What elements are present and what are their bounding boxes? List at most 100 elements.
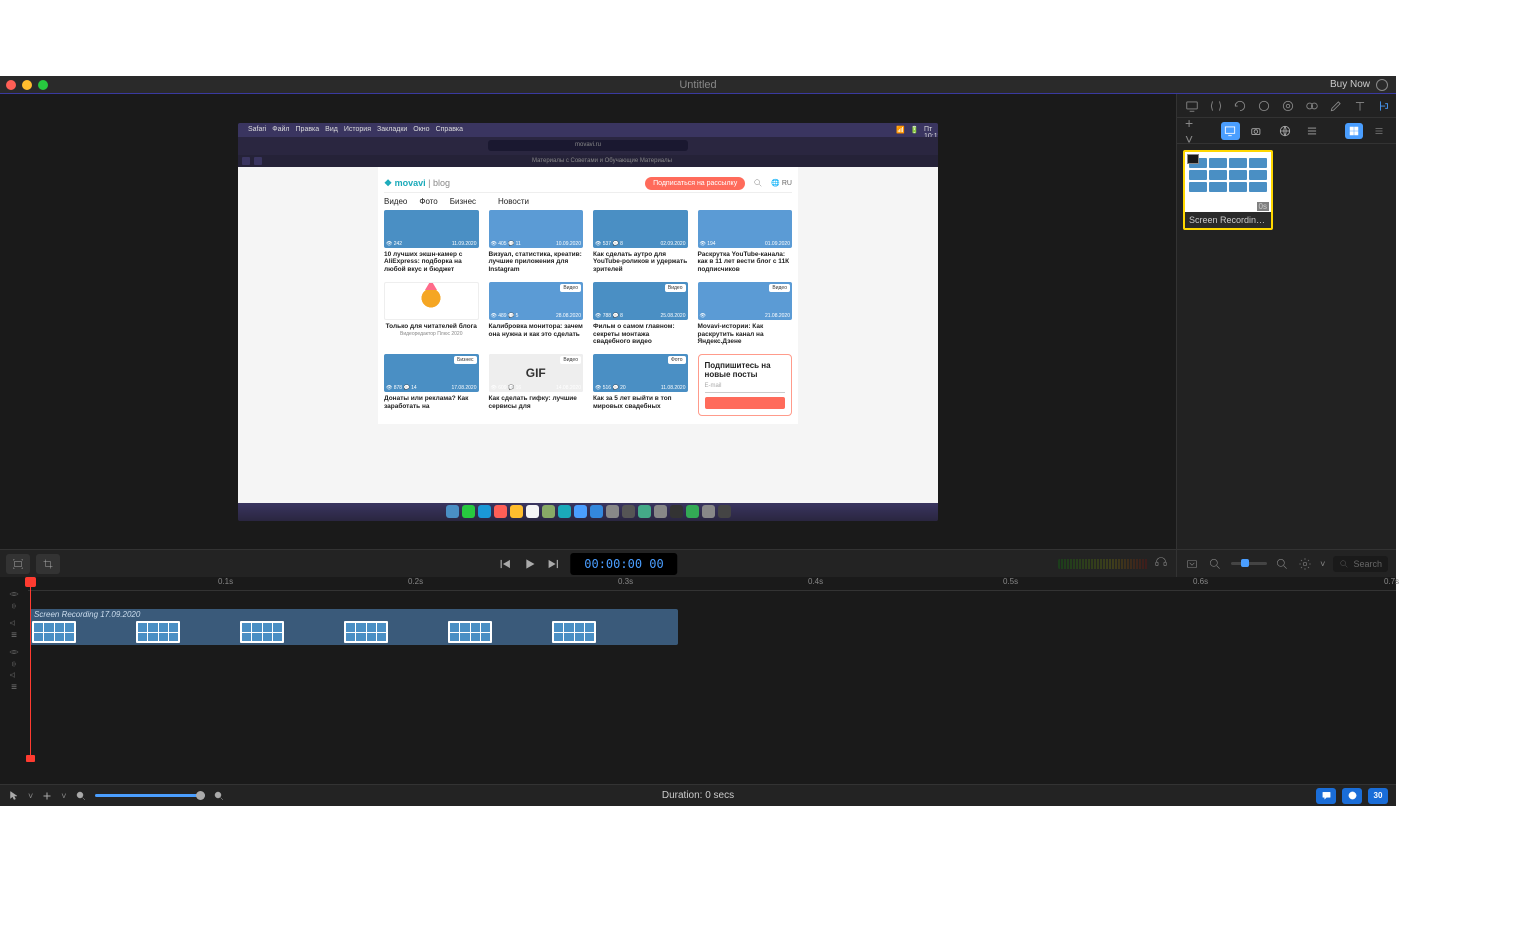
sync-button[interactable] [1342, 788, 1362, 804]
timeline-zoom-out-icon[interactable] [75, 790, 87, 802]
pointer-tool[interactable] [8, 790, 20, 802]
play-button[interactable] [522, 557, 536, 571]
timecode-display[interactable]: 00:00:00 00 [570, 553, 677, 575]
preview-safari-tabs: Материалы с Советами и Обучающие Материа… [238, 155, 938, 167]
preview-dock-icon [542, 505, 555, 518]
preview-viewport: Safari Файл Правка Вид История Закладки … [0, 94, 1176, 549]
media-panel-footer: ˅ Search [1176, 549, 1396, 577]
preview-dock-icon [670, 505, 683, 518]
audio-meter [1058, 559, 1148, 569]
circle-icon[interactable] [1257, 99, 1271, 113]
annotate-icon[interactable] [1377, 99, 1391, 113]
track-audio-header[interactable]: ≡ [0, 618, 28, 641]
fps-badge[interactable]: 30 [1368, 788, 1388, 804]
preview-safari-toolbar: movavi.ru [238, 137, 938, 155]
canvas-resize-button[interactable] [6, 554, 30, 574]
filter-icon[interactable] [1185, 556, 1200, 572]
buy-now-button[interactable]: Buy Now [1330, 79, 1388, 91]
playhead[interactable] [30, 577, 31, 762]
window-title: Untitled [679, 79, 716, 91]
close-window-button[interactable] [6, 80, 16, 90]
text-icon[interactable] [1353, 99, 1367, 113]
playback-bar: 00:00:00 00 [0, 549, 1176, 577]
timeline-ruler[interactable]: 0.1s0.2s0.3s0.4s0.5s0.6s0.7s [28, 577, 1396, 591]
preview-dock-icon [702, 505, 715, 518]
preview-dock-icon [686, 505, 699, 518]
settings-icon[interactable] [1297, 556, 1312, 572]
duration-label: Duration: 0 secs [662, 790, 734, 801]
preview-blog-card: 👁 405 💬 1110.09.2020Визуал, статистика, … [489, 210, 584, 274]
list-view-button[interactable] [1371, 123, 1388, 139]
preview-dock-icon [462, 505, 475, 518]
library-tab-list[interactable] [1302, 122, 1321, 140]
zoom-in-icon[interactable] [1275, 556, 1290, 572]
zoom-out-icon[interactable] [1208, 556, 1223, 572]
preview-dock-icon [606, 505, 619, 518]
preview-dock-icon [574, 505, 587, 518]
track-video-header[interactable] [0, 589, 28, 611]
preview-blog-card: Видео👁 788 💬 825.08.2020Фильм о самом гл… [593, 282, 688, 346]
edit-icon[interactable] [1329, 99, 1343, 113]
screen-badge-icon [1187, 154, 1199, 164]
preview-blog-card: Фото👁 516 💬 2011.08.2020Как за 5 лет вый… [593, 354, 688, 416]
track-2-video-header[interactable] [0, 647, 28, 669]
media-clip-card[interactable]: 0s Screen Recording... [1183, 150, 1273, 230]
variable-icon[interactable] [1209, 99, 1223, 113]
thumbnail-zoom-slider[interactable] [1231, 562, 1267, 565]
preview-dock-icon [494, 505, 507, 518]
media-panel-toolbar [1177, 94, 1396, 118]
preview-dock-icon [478, 505, 491, 518]
preview-blog-card: Видео👁 489 💬 528.08.2020Калибровка монит… [489, 282, 584, 346]
crop-button[interactable] [36, 554, 60, 574]
media-panel-tabs: + ˅ [1177, 118, 1396, 144]
timeline-clip[interactable]: Screen Recording 17.09.2020 [30, 609, 678, 645]
library-tab-web[interactable] [1275, 122, 1294, 140]
target-icon[interactable] [1281, 99, 1295, 113]
timeline[interactable]: 0.1s0.2s0.3s0.4s0.5s0.6s0.7s ≡ [0, 577, 1396, 784]
titlebar: Untitled Buy Now [0, 76, 1396, 94]
preview-blog-card: Только для читателей блогаВидеоредактор … [384, 282, 479, 346]
preview-dock-icon [590, 505, 603, 518]
preview-dock-icon [654, 505, 667, 518]
library-tab-camera[interactable] [1248, 122, 1267, 140]
track-2-audio-header[interactable]: ≡ [0, 670, 28, 693]
rotate-icon[interactable] [1233, 99, 1247, 113]
preview-dock-icon [446, 505, 459, 518]
preview-dock-icon [510, 505, 523, 518]
ruler-tick: 0.4s [808, 577, 823, 586]
app-window: Untitled Buy Now Safari Файл Правка Вид … [0, 76, 1396, 806]
clip-duration-badge: 0s [1257, 202, 1269, 211]
preview-blog-card: 👁 537 💬 802.09.2020Как сделать аутро для… [593, 210, 688, 274]
preview-blog-card: Подпишитесь на новые постыE-mail [698, 354, 793, 416]
preview-blog-header: ❖ movavi | blog Подписаться на рассылку … [384, 175, 792, 193]
preview-dock-icon [558, 505, 571, 518]
preview-blog-card: GIFВидео👁 609 💬 1614.08.2020Как сделать … [489, 354, 584, 416]
search-icon [753, 178, 763, 188]
chat-button[interactable] [1316, 788, 1336, 804]
add-media-button[interactable]: + ˅ [1185, 115, 1205, 147]
preview-dock-icon [638, 505, 651, 518]
ruler-tick: 0.3s [618, 577, 633, 586]
fullscreen-window-button[interactable] [38, 80, 48, 90]
timeline-zoom-in-icon[interactable] [213, 790, 225, 802]
timeline-zoom-slider[interactable] [95, 794, 205, 797]
preview-blog-card: Бизнес👁 878 💬 1417.08.2020Донаты или рек… [384, 354, 479, 416]
preview-dock-icon [718, 505, 731, 518]
preview-dock-icon [526, 505, 539, 518]
preview-screenshot: Safari Файл Правка Вид История Закладки … [238, 123, 938, 521]
grid-view-button[interactable] [1345, 123, 1362, 139]
minimize-window-button[interactable] [22, 80, 32, 90]
library-tab-screen[interactable] [1221, 122, 1240, 140]
media-search-input[interactable]: Search [1333, 556, 1388, 572]
preview-blog-card: 👁 194 01.09.2020Раскрутка YouTube-канала… [698, 210, 793, 274]
record-screen-icon[interactable] [1185, 99, 1199, 113]
link-icon[interactable] [1305, 99, 1319, 113]
window-controls [0, 80, 48, 90]
headphones-icon[interactable] [1154, 554, 1168, 573]
preview-mac-menubar: Safari Файл Правка Вид История Закладки … [238, 123, 938, 137]
preview-blog-card: Видео👁 21.08.2020Movavi-истории: Как рас… [698, 282, 793, 346]
cart-icon [1376, 79, 1388, 91]
add-track-button[interactable] [41, 790, 53, 802]
next-frame-button[interactable] [546, 557, 560, 571]
prev-frame-button[interactable] [498, 557, 512, 571]
